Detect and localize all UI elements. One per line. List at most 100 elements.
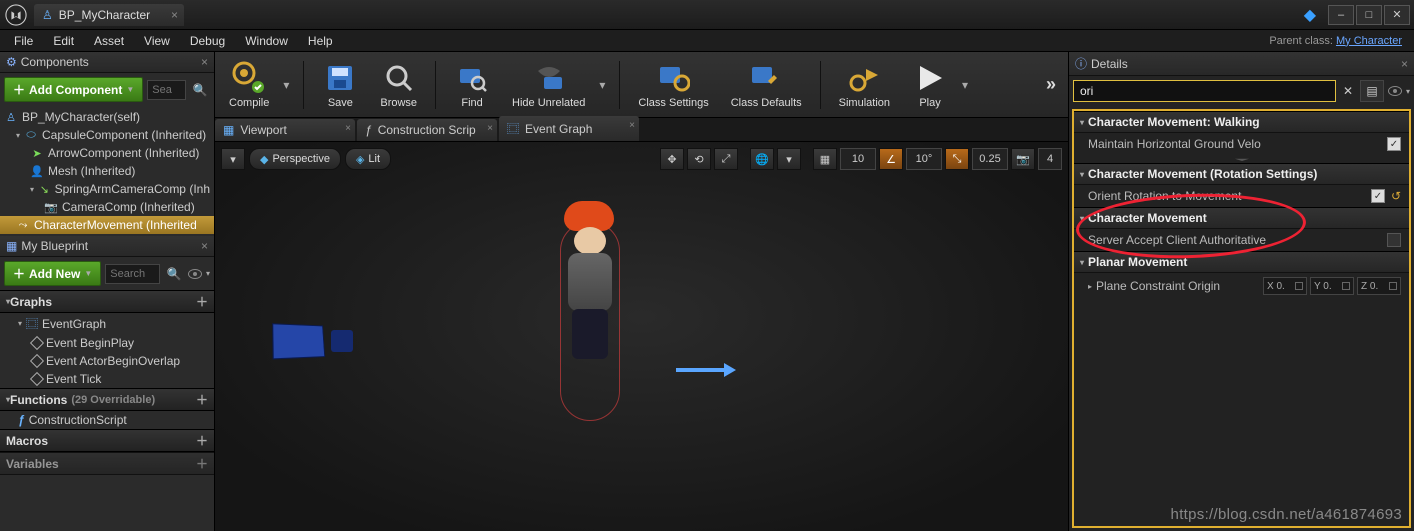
grid-snap-button[interactable]: ▦ — [813, 148, 837, 170]
source-control-icon[interactable]: ◆ — [1304, 5, 1316, 25]
category-planar-movement[interactable]: ▾Planar Movement — [1074, 251, 1409, 273]
checkbox-orient-rotation[interactable]: ✓ — [1371, 189, 1385, 203]
clear-search-button[interactable]: ✕ — [1340, 84, 1356, 98]
chevron-down-icon[interactable]: ▾ — [599, 78, 609, 92]
macros-header[interactable]: Macros＋ — [0, 429, 214, 452]
camera-speed-button[interactable]: 📷 — [1011, 148, 1035, 170]
compile-button[interactable]: Compile — [221, 58, 277, 111]
functions-header[interactable]: ▾Functions(29 Overridable)＋ — [0, 388, 214, 411]
category-walking[interactable]: ▾Character Movement: Walking — [1074, 111, 1409, 133]
category-rotation-settings[interactable]: ▾Character Movement (Rotation Settings) — [1074, 163, 1409, 185]
eye-icon[interactable] — [1388, 86, 1402, 96]
vector-y-input[interactable]: Y 0. — [1310, 277, 1354, 295]
expand-more[interactable] — [1074, 155, 1409, 163]
hideunrelated-button[interactable]: Hide Unrelated — [504, 58, 593, 111]
menu-asset[interactable]: Asset — [84, 32, 134, 50]
eventgraph-node[interactable]: ▾⿴EventGraph — [0, 313, 214, 334]
scale-gizmo-button[interactable]: ⤢ — [714, 148, 738, 170]
components-panel-header[interactable]: ⚙ Components × — [0, 52, 214, 73]
play-button[interactable]: Play — [904, 58, 956, 111]
reset-to-default-button[interactable]: ↺ — [1391, 189, 1401, 203]
close-icon[interactable]: × — [201, 55, 208, 69]
rotate-gizmo-button[interactable]: ⟲ — [687, 148, 711, 170]
tree-item-self[interactable]: ♙BP_MyCharacter(self) — [0, 108, 214, 126]
grid-snap-value[interactable]: 10 — [840, 148, 876, 170]
camera-speed-value[interactable]: 4 — [1038, 148, 1062, 170]
tree-item-mesh[interactable]: 👤Mesh (Inherited) — [0, 162, 214, 180]
tree-item-arrow[interactable]: ➤ArrowComponent (Inherited) — [0, 144, 214, 162]
perspective-button[interactable]: ◆Perspective — [249, 148, 341, 170]
add-graph-button[interactable]: ＋ — [196, 293, 208, 310]
tree-item-springarm[interactable]: ▾↘SpringArmCameraComp (Inh — [0, 180, 214, 198]
menu-file[interactable]: File — [4, 32, 43, 50]
tab-eventgraph[interactable]: ⿴Event Graph× — [499, 116, 639, 141]
add-macro-button[interactable]: ＋ — [196, 432, 208, 449]
find-button[interactable]: Find — [446, 58, 498, 111]
classsettings-button[interactable]: Class Settings — [630, 58, 716, 111]
chevron-down-icon[interactable]: ▾ — [283, 78, 293, 92]
tab-viewport[interactable]: ▦Viewport× — [215, 119, 355, 141]
menu-view[interactable]: View — [134, 32, 180, 50]
viewport-menu-button[interactable]: ▾ — [221, 148, 245, 170]
parent-class-link[interactable]: My Character — [1336, 35, 1402, 47]
angle-snap-button[interactable]: ∠ — [879, 148, 903, 170]
toolbar-overflow-button[interactable]: » — [1038, 74, 1062, 95]
details-search-input[interactable] — [1073, 80, 1336, 102]
function-node[interactable]: ƒConstructionScript — [0, 411, 214, 429]
tree-item-capsule[interactable]: ▾⬭CapsuleComponent (Inherited) — [0, 126, 214, 144]
translate-gizmo-button[interactable]: ✥ — [660, 148, 684, 170]
minimize-button[interactable]: – — [1328, 5, 1354, 25]
close-icon[interactable]: × — [345, 123, 351, 134]
myblueprint-panel-header[interactable]: ▦ My Blueprint × — [0, 236, 214, 257]
menu-help[interactable]: Help — [298, 32, 343, 50]
add-function-button[interactable]: ＋ — [196, 391, 208, 408]
close-icon[interactable]: × — [171, 8, 178, 22]
add-variable-button[interactable]: ＋ — [196, 455, 208, 472]
checkbox-server-accept[interactable] — [1387, 233, 1401, 247]
close-icon[interactable]: × — [487, 123, 493, 134]
browse-button[interactable]: Browse — [372, 58, 425, 111]
components-search-input[interactable] — [147, 80, 186, 100]
scale-snap-value[interactable]: 0.25 — [972, 148, 1008, 170]
lit-button[interactable]: ◈Lit — [345, 148, 391, 170]
chevron-down-icon[interactable]: ▾ — [962, 78, 972, 92]
graphs-header[interactable]: ▾Graphs＋ — [0, 290, 214, 313]
surface-snap-button[interactable]: ▾ — [777, 148, 801, 170]
close-icon[interactable]: × — [201, 239, 208, 253]
coord-space-button[interactable]: 🌐 — [750, 148, 774, 170]
simulation-button[interactable]: Simulation — [831, 58, 898, 111]
close-icon[interactable]: × — [629, 120, 635, 131]
menu-debug[interactable]: Debug — [180, 32, 235, 50]
myblueprint-search-input[interactable] — [105, 264, 160, 284]
add-component-button[interactable]: ＋ Add Component ▼ — [4, 77, 143, 102]
viewport[interactable]: ▾ ◆Perspective ◈Lit ✥ ⟲ ⤢ 🌐 ▾ ▦ 10 ∠ 10°… — [215, 142, 1068, 531]
save-button[interactable]: Save — [314, 58, 366, 111]
chevron-down-icon[interactable]: ▾ — [206, 269, 210, 278]
tree-item-charmovement[interactable]: ⤳CharacterMovement (Inherited — [0, 216, 214, 234]
main-tab[interactable]: ♙ BP_MyCharacter × — [34, 4, 184, 26]
menu-edit[interactable]: Edit — [43, 32, 84, 50]
scale-snap-button[interactable]: ⤡ — [945, 148, 969, 170]
tab-construction[interactable]: ƒConstruction Scrip× — [357, 119, 497, 141]
menu-window[interactable]: Window — [235, 32, 298, 50]
tree-item-camera[interactable]: 📷CameraComp (Inherited) — [0, 198, 214, 216]
event-node[interactable]: Event Tick — [0, 370, 214, 388]
search-icon[interactable]: 🔍 — [164, 264, 184, 284]
search-icon[interactable]: 🔍 — [190, 80, 210, 100]
add-new-button[interactable]: ＋ Add New ▼ — [4, 261, 101, 286]
vector-x-input[interactable]: X 0. — [1263, 277, 1307, 295]
close-icon[interactable]: × — [1401, 57, 1408, 71]
property-matrix-button[interactable]: ▤ — [1360, 80, 1384, 102]
close-button[interactable]: ✕ — [1384, 5, 1410, 25]
checkbox-maintain-horizontal[interactable]: ✓ — [1387, 137, 1401, 151]
event-node[interactable]: Event ActorBeginOverlap — [0, 352, 214, 370]
angle-snap-value[interactable]: 10° — [906, 148, 942, 170]
maximize-button[interactable]: □ — [1356, 5, 1382, 25]
variables-header[interactable]: Variables＋ — [0, 452, 214, 475]
details-panel-header[interactable]: ⓘ Details × — [1069, 52, 1414, 76]
classdefaults-button[interactable]: Class Defaults — [723, 58, 810, 111]
vector-z-input[interactable]: Z 0. — [1357, 277, 1401, 295]
chevron-down-icon[interactable]: ▾ — [1406, 87, 1410, 96]
category-character-movement[interactable]: ▾Character Movement — [1074, 207, 1409, 229]
event-node[interactable]: Event BeginPlay — [0, 334, 214, 352]
